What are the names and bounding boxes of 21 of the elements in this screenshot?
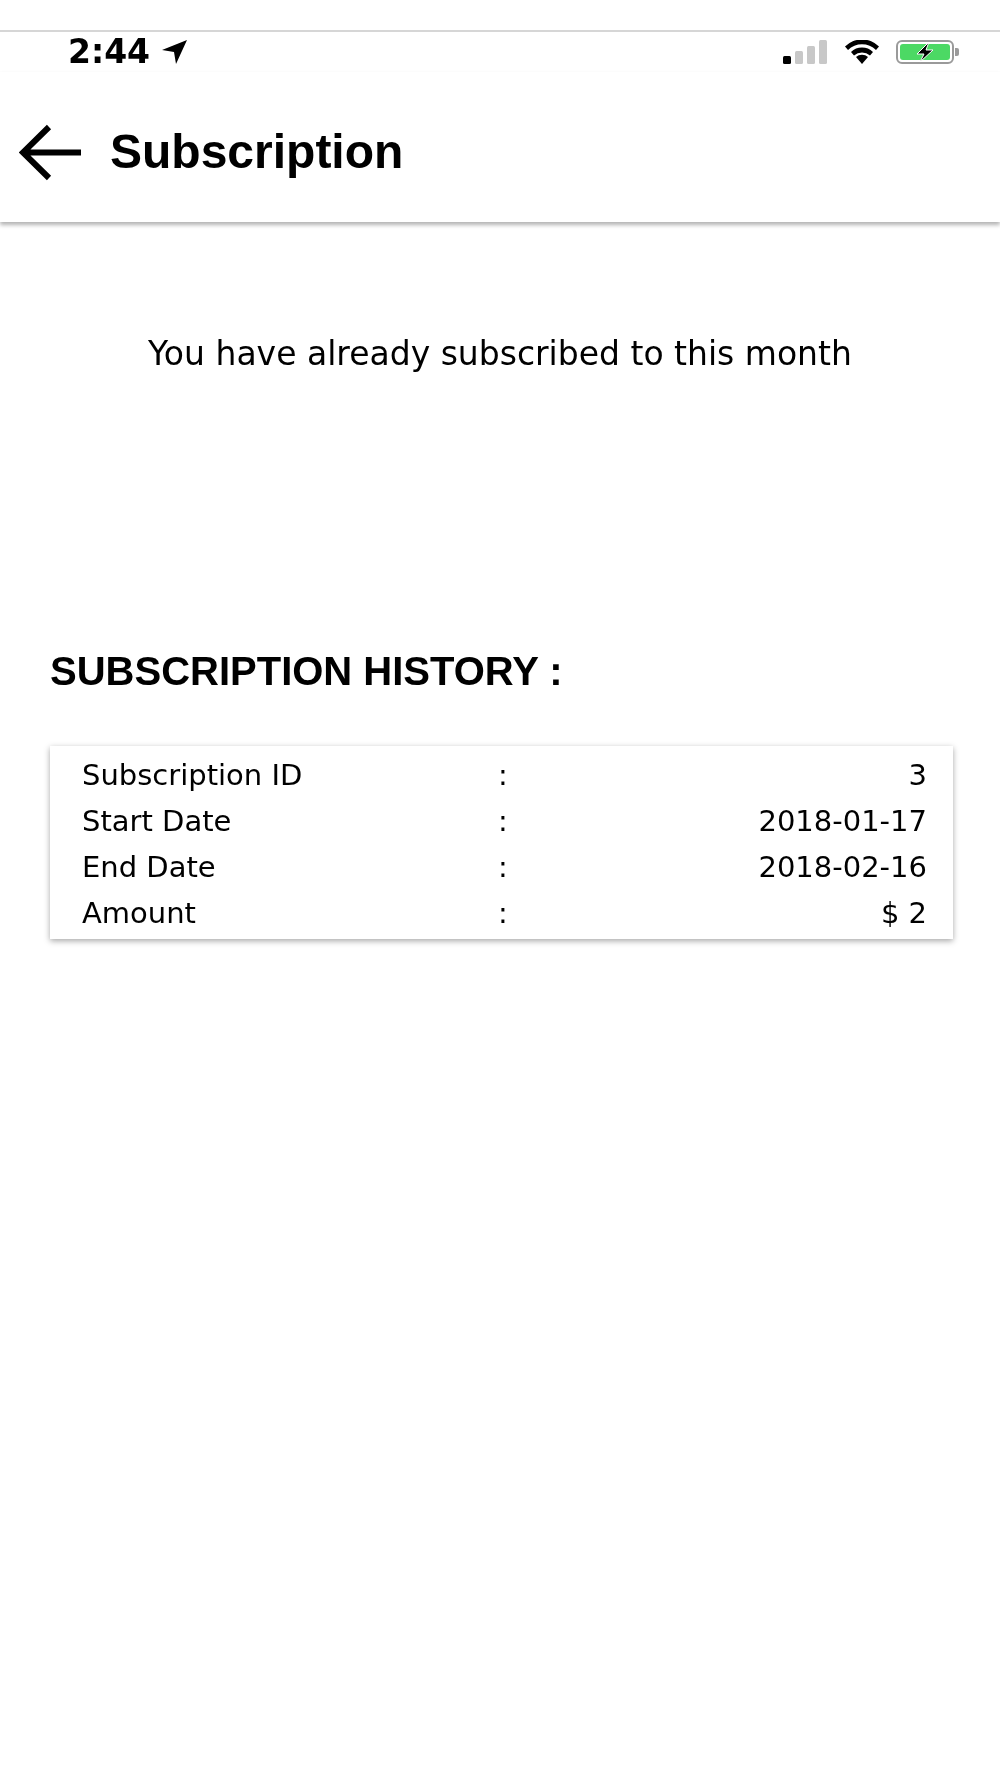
row-value: 3 xyxy=(908,757,927,793)
row-separator: : xyxy=(498,757,508,793)
row-separator: : xyxy=(498,803,508,839)
row-label: Amount xyxy=(82,895,196,931)
row-label: End Date xyxy=(82,849,216,885)
page-title: Subscription xyxy=(110,124,404,180)
history-heading: SUBSCRIPTION HISTORY : xyxy=(50,648,563,694)
location-arrow-icon xyxy=(162,40,188,64)
signal-bars-icon xyxy=(783,40,828,64)
wifi-icon xyxy=(842,40,882,64)
subscription-message: You have already subscribed to this month xyxy=(148,334,852,374)
row-value: 2018-01-17 xyxy=(758,803,927,839)
status-time: 2:44 xyxy=(68,33,151,71)
row-value: $ 2 xyxy=(880,895,927,931)
arrow-left-icon xyxy=(18,123,82,181)
row-value: 2018-02-16 xyxy=(758,849,927,885)
row-separator: : xyxy=(498,895,508,931)
row-separator: : xyxy=(498,849,508,885)
row-label: Start Date xyxy=(82,803,232,839)
battery-icon xyxy=(896,40,960,64)
row-label: Subscription ID xyxy=(82,757,303,793)
